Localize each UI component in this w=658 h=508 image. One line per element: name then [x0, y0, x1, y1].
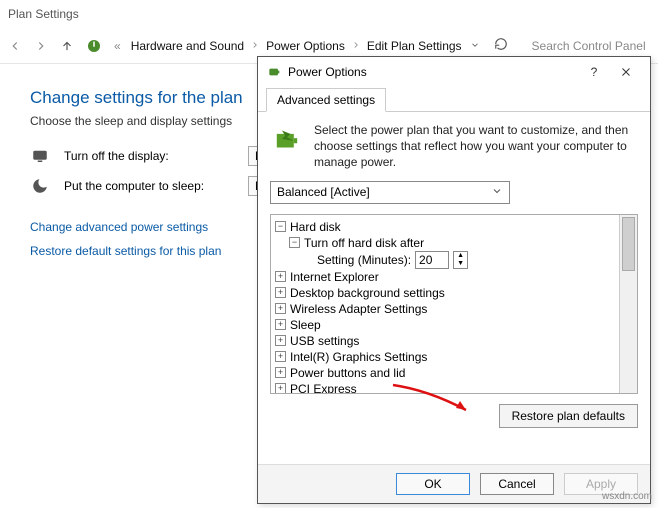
expand-icon[interactable]: + [275, 367, 286, 378]
sleep-label: Put the computer to sleep: [64, 179, 234, 193]
chevron-down-icon[interactable] [470, 39, 480, 53]
spinner-buttons[interactable]: ▲▼ [453, 251, 468, 269]
dialog-button-row: OK Cancel Apply [258, 464, 650, 503]
tree-scrollbar[interactable] [619, 215, 637, 393]
plan-select[interactable]: Balanced [Active] [270, 181, 510, 204]
help-button[interactable]: ? [578, 60, 610, 84]
expand-icon[interactable]: + [275, 271, 286, 282]
dialog-titlebar: Power Options ? [258, 57, 650, 87]
tree-sleep[interactable]: +Sleep [275, 317, 615, 333]
crumb-hardware[interactable]: Hardware and Sound [131, 39, 244, 53]
display-icon [30, 146, 50, 166]
tab-body: Select the power plan that you want to c… [258, 112, 650, 464]
cancel-button[interactable]: Cancel [480, 473, 554, 495]
restore-row: Restore plan defaults [270, 404, 638, 428]
tree-pci[interactable]: +PCI Express [275, 381, 615, 393]
tree-setting-row: Setting (Minutes): 20 ▲▼ [317, 251, 615, 269]
tree-ie[interactable]: +Internet Explorer [275, 269, 615, 285]
expand-icon[interactable]: + [275, 303, 286, 314]
settings-tree: −Hard disk −Turn off hard disk after Set… [270, 214, 638, 394]
battery-large-icon [270, 122, 304, 156]
dialog-tabs: Advanced settings [258, 87, 650, 112]
back-arrow-icon[interactable] [6, 37, 24, 55]
tree-intel[interactable]: +Intel(R) Graphics Settings [275, 349, 615, 365]
chevron-left-icon: « [114, 39, 121, 53]
scroll-thumb[interactable] [622, 217, 635, 271]
tree-usb[interactable]: +USB settings [275, 333, 615, 349]
plan-select-label: Balanced [Active] [277, 185, 370, 199]
dialog-title: Power Options [288, 65, 367, 79]
ok-button[interactable]: OK [396, 473, 470, 495]
close-button[interactable] [610, 60, 642, 84]
tab-advanced[interactable]: Advanced settings [266, 88, 386, 112]
expand-icon[interactable]: + [275, 287, 286, 298]
battery-icon [266, 64, 282, 80]
forward-arrow-icon[interactable] [32, 37, 50, 55]
expand-icon[interactable]: + [275, 383, 286, 393]
refresh-icon[interactable] [494, 37, 508, 54]
setting-value-input[interactable]: 20 [415, 251, 449, 269]
sleep-icon [30, 176, 50, 196]
intro: Select the power plan that you want to c… [270, 122, 638, 171]
collapse-icon[interactable]: − [275, 221, 286, 232]
intro-text: Select the power plan that you want to c… [314, 122, 638, 171]
expand-icon[interactable]: + [275, 319, 286, 330]
chevron-right-icon [250, 39, 260, 53]
expand-icon[interactable]: + [275, 335, 286, 346]
tree-power-btn[interactable]: +Power buttons and lid [275, 365, 615, 381]
spin-down-icon[interactable]: ▼ [454, 260, 467, 268]
watermark: wsxdn.com [602, 491, 652, 502]
restore-defaults-button[interactable]: Restore plan defaults [499, 404, 638, 428]
power-icon [84, 36, 104, 56]
tree-hard-disk[interactable]: −Hard disk [275, 219, 615, 235]
spin-up-icon[interactable]: ▲ [454, 252, 467, 260]
power-options-dialog: Power Options ? Advanced settings Select… [257, 56, 651, 504]
search-input[interactable]: Search Control Panel [526, 35, 652, 57]
breadcrumb: Hardware and Sound Power Options Edit Pl… [131, 39, 462, 53]
collapse-icon[interactable]: − [289, 237, 300, 248]
crumb-edit[interactable]: Edit Plan Settings [367, 39, 462, 53]
setting-label: Setting (Minutes): [317, 253, 411, 267]
window-title: Plan Settings [0, 0, 658, 28]
tree-desktop[interactable]: +Desktop background settings [275, 285, 615, 301]
chevron-right-icon [351, 39, 361, 53]
crumb-power[interactable]: Power Options [266, 39, 345, 53]
expand-icon[interactable]: + [275, 351, 286, 362]
up-arrow-icon[interactable] [58, 37, 76, 55]
tree-turn-off[interactable]: −Turn off hard disk after [289, 235, 615, 251]
display-label: Turn off the display: [64, 149, 234, 163]
tree-wireless[interactable]: +Wireless Adapter Settings [275, 301, 615, 317]
chevron-down-icon [491, 185, 503, 200]
